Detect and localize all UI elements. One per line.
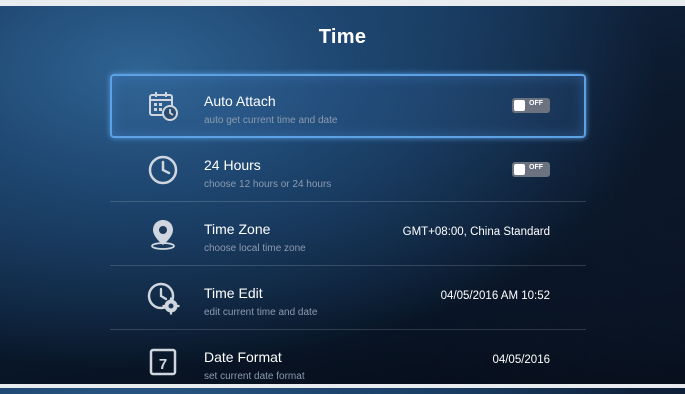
calendar-day-number: 7 — [159, 356, 167, 373]
page-title: Time — [318, 26, 367, 48]
setting-time-edit[interactable]: Time Edit edit current time and date 04/… — [110, 266, 586, 330]
setting-subtitle: choose 12 hours or 24 hours — [204, 179, 332, 190]
setting-subtitle: set current date format — [204, 371, 305, 382]
setting-time-zone[interactable]: Time Zone choose local time zone GMT+08:… — [110, 202, 586, 266]
calendar-clock-icon — [146, 89, 180, 123]
setting-24-hours[interactable]: 24 Hours choose 12 hours or 24 hours OFF — [110, 138, 586, 202]
time-edit-value: 04/05/2016 AM 10:52 — [440, 290, 550, 302]
setting-subtitle: edit current time and date — [204, 307, 318, 318]
clock-settings-icon — [146, 281, 180, 315]
screen-bezel-top — [0, 0, 685, 6]
toggle-knob — [514, 100, 525, 111]
setting-title: Time Edit — [204, 285, 263, 301]
setting-subtitle: choose local time zone — [204, 243, 306, 254]
auto-attach-toggle[interactable]: OFF — [512, 98, 550, 113]
calendar-day-icon: 7 — [146, 345, 180, 379]
clock-icon — [146, 153, 180, 187]
setting-auto-attach[interactable]: Auto Attach auto get current time and da… — [110, 74, 586, 138]
settings-list: Auto Attach auto get current time and da… — [110, 74, 586, 394]
time-zone-value: GMT+08:00, China Standard — [402, 226, 550, 238]
location-pin-icon — [146, 217, 180, 251]
screen-bezel-bottom — [0, 384, 685, 388]
24-hours-toggle[interactable]: OFF — [512, 162, 550, 177]
toggle-state-label: OFF — [529, 100, 543, 107]
setting-title: Time Zone — [204, 221, 271, 237]
date-format-value: 04/05/2016 — [492, 354, 550, 366]
setting-title: Auto Attach — [204, 93, 276, 109]
toggle-knob — [514, 164, 525, 175]
toggle-state-label: OFF — [529, 164, 543, 171]
setting-title: Date Format — [204, 349, 282, 365]
setting-title: 24 Hours — [204, 157, 261, 173]
setting-subtitle: auto get current time and date — [204, 115, 338, 126]
